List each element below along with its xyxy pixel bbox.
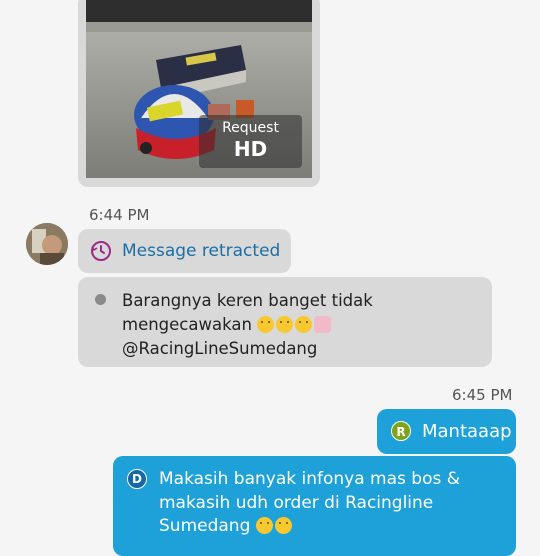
mention-text: @RacingLineSumedang	[122, 339, 318, 358]
message-line: Barangnya keren banget tidak	[122, 291, 373, 310]
smile-emoji	[274, 517, 292, 534]
retracted-message-bubble[interactable]: Message retracted	[78, 229, 291, 273]
message-line: Sumedang	[159, 515, 499, 539]
incoming-message-bubble[interactable]: Barangnya keren banget tidak mengecawaka…	[78, 277, 492, 367]
outgoing-message-bubble[interactable]: R Mantaaap	[377, 409, 516, 454]
thumbs-up-emoji	[314, 316, 332, 333]
rock-hand-emoji	[295, 316, 313, 333]
message-word: mengecawakan	[122, 315, 252, 334]
grin-emoji	[257, 316, 275, 333]
avatar[interactable]	[26, 223, 68, 265]
sender-badge-icon: D	[127, 469, 147, 489]
clock-history-icon	[91, 241, 111, 261]
smirk-emoji	[276, 316, 294, 333]
message-line: mengecawakan	[122, 313, 482, 337]
timestamp: 6:45 PM	[452, 386, 513, 404]
request-label: Request	[222, 120, 279, 136]
message-text: Mantaaap	[422, 421, 512, 442]
sender-badge-icon: R	[391, 421, 411, 441]
timestamp: 6:44 PM	[89, 206, 150, 224]
message-text: Barangnya keren banget tidak mengecawaka…	[122, 289, 482, 361]
status-dot	[95, 294, 106, 305]
outgoing-message-bubble[interactable]: D Makasih banyak infonya mas bos & makas…	[113, 456, 516, 556]
retracted-text: Message retracted	[122, 241, 281, 261]
smile-emoji	[255, 517, 273, 534]
hd-label: HD	[233, 137, 268, 161]
message-line: makasih udh order di Racingline	[159, 492, 434, 513]
message-word: Sumedang	[159, 516, 251, 536]
request-hd-button[interactable]: Request HD	[199, 115, 302, 168]
message-text: Makasih banyak infonya mas bos & makasih…	[159, 468, 499, 539]
message-line: Makasih banyak infonya mas bos &	[159, 469, 461, 489]
